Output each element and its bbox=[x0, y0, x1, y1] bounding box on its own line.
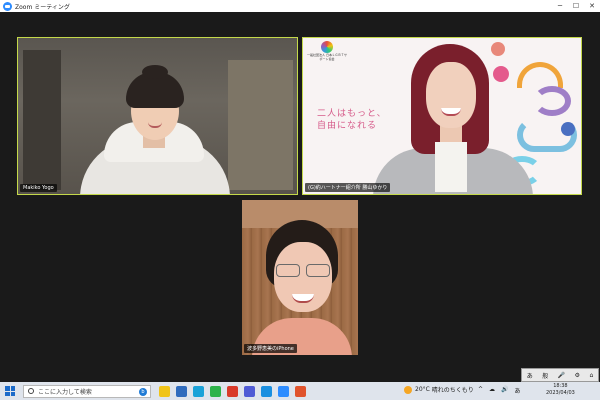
close-button[interactable]: ✕ bbox=[584, 0, 600, 12]
association-logo: 一般社団法人 日本ＬＧＢＴサポート協会 bbox=[307, 41, 347, 69]
pinned-apps bbox=[159, 385, 306, 397]
task-view-icon[interactable] bbox=[159, 385, 170, 397]
clock-date: 2023/04/03 bbox=[546, 390, 575, 396]
window-controls: ─ ☐ ✕ bbox=[552, 0, 600, 12]
ime-indicator[interactable]: あ bbox=[515, 386, 521, 395]
ime-toolbar: あ 般 🎤 ⚙ ⌂ bbox=[521, 368, 599, 382]
maximize-button[interactable]: ☐ bbox=[568, 0, 584, 12]
clock[interactable]: 18:38 2023/04/03 bbox=[546, 383, 575, 397]
bing-icon[interactable]: b bbox=[139, 387, 147, 396]
ime-menu-icon[interactable]: ⌂ bbox=[589, 372, 593, 379]
file-explorer-icon[interactable] bbox=[176, 385, 187, 397]
window-title: Zoom ミーティング bbox=[15, 3, 70, 11]
clock-time: 18:38 bbox=[553, 383, 568, 389]
onedrive-icon[interactable]: ☁ bbox=[489, 386, 495, 395]
taskbar: ここに入力して検索 b 20°C 晴れのちくもり ^ ☁ 🔊 あ 18:38 2… bbox=[0, 382, 600, 400]
participant-hair-bun bbox=[142, 65, 168, 79]
volume-icon[interactable]: 🔊 bbox=[501, 386, 508, 395]
taskbar-search-box[interactable]: ここに入力して検索 b bbox=[23, 384, 151, 398]
decoration-arc bbox=[533, 86, 571, 116]
media-app-icon[interactable] bbox=[295, 385, 306, 397]
edge-icon[interactable] bbox=[261, 385, 272, 397]
decoration-circle bbox=[491, 42, 505, 56]
participant-shirt bbox=[435, 142, 467, 192]
mail-icon[interactable] bbox=[193, 385, 204, 397]
microphone-icon[interactable]: 🎤 bbox=[558, 372, 565, 379]
gallery-view: Makiko Yogo 一般社団法人 日本ＬＧＢＴサポート協会 二人はもっと、 … bbox=[0, 12, 600, 370]
video-tile-makiko[interactable]: Makiko Yogo bbox=[17, 37, 298, 195]
store-icon[interactable] bbox=[210, 385, 221, 397]
windows-start-icon[interactable] bbox=[5, 386, 15, 396]
ime-mode-button[interactable]: あ bbox=[527, 371, 533, 380]
slogan-line-2: 自由になれる bbox=[317, 121, 378, 131]
background-cabinet bbox=[228, 60, 293, 190]
glasses bbox=[272, 264, 334, 278]
decoration-circle bbox=[493, 66, 509, 82]
decoration-arc bbox=[517, 62, 563, 88]
weather-widget[interactable]: 20°C 晴れのちくもり bbox=[404, 385, 474, 394]
chrome-icon[interactable] bbox=[227, 385, 238, 397]
background-door bbox=[23, 50, 61, 190]
participant-name-tag: Makiko Yogo bbox=[20, 184, 57, 192]
sun-cloud-icon bbox=[404, 385, 412, 394]
zoom-icon[interactable] bbox=[278, 385, 289, 397]
weather-temp: 20°C bbox=[415, 386, 430, 393]
search-icon bbox=[28, 388, 34, 394]
weather-desc: 晴れのちくもり bbox=[431, 387, 474, 394]
gear-icon[interactable]: ⚙ bbox=[575, 372, 580, 379]
title-bar: Zoom ミーティング ─ ☐ ✕ bbox=[0, 0, 600, 12]
participant-name-tag: 波多野恵美のiPhone bbox=[244, 344, 297, 353]
teams-icon[interactable] bbox=[244, 385, 255, 397]
participant-face bbox=[426, 62, 476, 128]
ime-kanji-button[interactable]: 般 bbox=[542, 371, 548, 380]
zoom-window: Zoom ミーティング ─ ☐ ✕ Makiko Yogo 一般社団法人 日本Ｌ… bbox=[0, 0, 600, 400]
decoration-circle bbox=[561, 122, 575, 136]
video-tile-presenter[interactable]: 一般社団法人 日本ＬＧＢＴサポート協会 二人はもっと、 自由になれる (G)約ハ… bbox=[302, 37, 582, 195]
slogan-line-1: 二人はもっと、 bbox=[317, 109, 387, 119]
slogan: 二人はもっと、 自由になれる bbox=[317, 108, 387, 132]
flower-logo-icon bbox=[321, 41, 333, 53]
video-tile-iphone[interactable]: 波多野恵美のiPhone bbox=[242, 200, 358, 355]
system-tray: ^ ☁ 🔊 あ bbox=[478, 386, 521, 395]
tray-overflow-icon[interactable]: ^ bbox=[478, 386, 483, 395]
logo-text: 一般社団法人 日本ＬＧＢＴサポート協会 bbox=[307, 53, 347, 61]
zoom-logo-icon bbox=[3, 1, 12, 11]
participant-name-tag: (G)約ハートナー紹介所 勝山ゆかり bbox=[305, 183, 391, 192]
minimize-button[interactable]: ─ bbox=[552, 0, 568, 12]
search-placeholder: ここに入力して検索 bbox=[38, 388, 92, 396]
